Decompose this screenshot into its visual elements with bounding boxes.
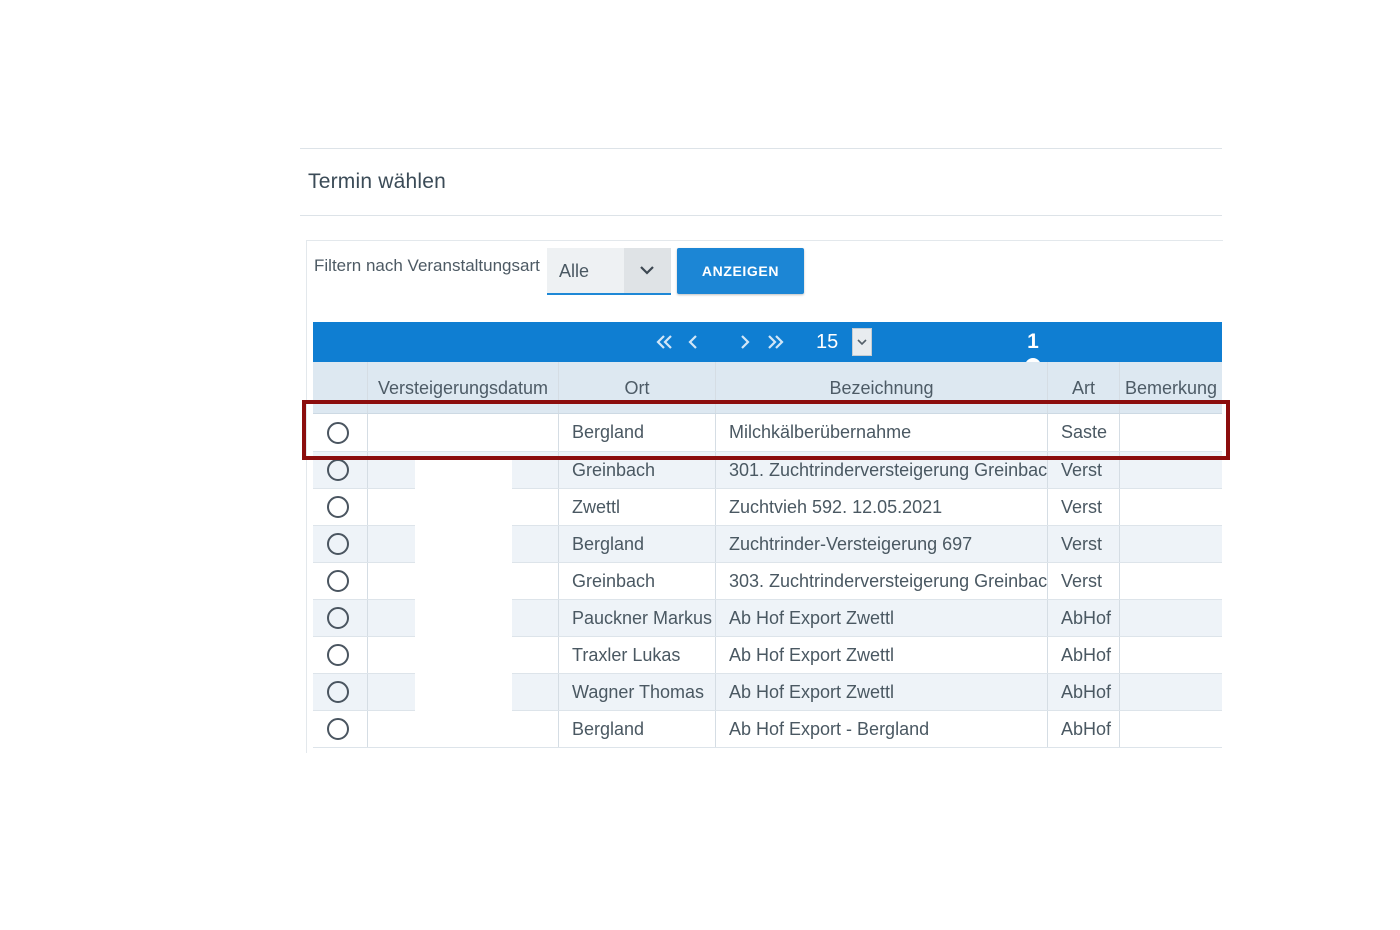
cell-ort: Zwettl — [558, 489, 715, 525]
cell-ort: Greinbach — [558, 563, 715, 599]
cell-art: Verst — [1047, 452, 1119, 488]
cell-bemerkung — [1119, 637, 1222, 673]
row-radio[interactable] — [327, 421, 349, 444]
cell-bezeichnung: Zuchtvieh 592. 12.05.2021 — [715, 489, 1047, 525]
cell-date — [367, 414, 558, 451]
header-select — [313, 362, 367, 413]
cell-ort: Greinbach — [558, 452, 715, 488]
cell-bemerkung — [1119, 489, 1222, 525]
cell-bemerkung — [1119, 414, 1222, 451]
next-page-icon — [741, 335, 750, 349]
next-page-button[interactable] — [737, 322, 753, 362]
last-page-icon — [768, 335, 784, 349]
page-title: Termin wählen — [308, 170, 446, 193]
cell-ort: Bergland — [558, 414, 715, 451]
row-radio[interactable] — [327, 718, 349, 740]
cell-bezeichnung: Ab Hof Export Zwettl — [715, 600, 1047, 636]
cell-ort: Traxler Lukas — [558, 637, 715, 673]
row-select-cell[interactable] — [313, 637, 367, 673]
row-select-cell[interactable] — [313, 489, 367, 525]
cell-bezeichnung: 301. Zuchtrinderversteigerung Greinbach — [715, 452, 1047, 488]
table-header-row: Versteigerungsdatum Ort Bezeichnung Art … — [313, 362, 1222, 414]
header-date[interactable]: Versteigerungsdatum — [367, 362, 558, 413]
row-radio[interactable] — [327, 644, 349, 666]
first-page-icon — [656, 335, 672, 349]
cell-bezeichnung: Milchkälberübernahme — [715, 414, 1047, 451]
row-select-cell[interactable] — [313, 600, 367, 636]
current-page-number[interactable]: 1 — [1023, 330, 1043, 354]
cell-bemerkung — [1119, 452, 1222, 488]
header-bemerkung[interactable]: Bemerkung — [1119, 362, 1222, 413]
top-divider — [300, 148, 1222, 149]
cell-art: Verst — [1047, 526, 1119, 562]
cell-bemerkung — [1119, 711, 1222, 747]
row-radio[interactable] — [327, 496, 349, 518]
cell-art: AbHof — [1047, 637, 1119, 673]
cell-bezeichnung: Ab Hof Export - Bergland — [715, 711, 1047, 747]
pagination-bar: 1 15 — [313, 322, 1222, 366]
chevron-down-icon — [857, 339, 867, 346]
row-select-cell[interactable] — [313, 711, 367, 747]
cell-art: Verst — [1047, 563, 1119, 599]
redacted-date-area — [415, 460, 512, 744]
prev-page-icon — [688, 335, 697, 349]
cell-bezeichnung: 303. Zuchtrinderversteigerung Greinbach — [715, 563, 1047, 599]
page-size-value: 15 — [816, 331, 839, 353]
cell-ort: Pauckner Markus — [558, 600, 715, 636]
header-bezeichnung[interactable]: Bezeichnung — [715, 362, 1047, 413]
event-type-select[interactable]: Alle — [547, 248, 671, 295]
show-button[interactable]: ANZEIGEN — [677, 248, 804, 294]
cell-bezeichnung: Zuchtrinder-Versteigerung 697 — [715, 526, 1047, 562]
cell-ort: Wagner Thomas — [558, 674, 715, 710]
cell-bezeichnung: Ab Hof Export Zwettl — [715, 637, 1047, 673]
cell-bemerkung — [1119, 563, 1222, 599]
cell-ort: Bergland — [558, 526, 715, 562]
row-select-cell[interactable] — [313, 526, 367, 562]
prev-page-button[interactable] — [685, 322, 701, 362]
table-row[interactable]: Bergland Milchkälberübernahme Saste — [313, 414, 1222, 452]
cell-art: AbHof — [1047, 711, 1119, 747]
page: Termin wählen Filtern nach Veranstaltung… — [0, 0, 1400, 930]
header-ort[interactable]: Ort — [558, 362, 715, 413]
row-select-cell[interactable] — [313, 414, 367, 451]
cell-art: Saste — [1047, 414, 1119, 451]
header-art[interactable]: Art — [1047, 362, 1119, 413]
cell-art: Verst — [1047, 489, 1119, 525]
chevron-down-icon — [640, 266, 654, 275]
filter-label: Filtern nach Veranstaltungsart — [314, 256, 540, 275]
cell-art: AbHof — [1047, 674, 1119, 710]
select-dropdown-toggle[interactable] — [624, 248, 671, 293]
cell-art: AbHof — [1047, 600, 1119, 636]
row-select-cell[interactable] — [313, 563, 367, 599]
title-divider — [300, 215, 1222, 216]
cell-bemerkung — [1119, 600, 1222, 636]
cell-bemerkung — [1119, 526, 1222, 562]
row-radio[interactable] — [327, 459, 349, 481]
row-radio[interactable] — [327, 570, 349, 592]
row-select-cell[interactable] — [313, 674, 367, 710]
last-page-button[interactable] — [763, 322, 787, 362]
cell-bezeichnung: Ab Hof Export Zwettl — [715, 674, 1047, 710]
row-radio[interactable] — [327, 607, 349, 629]
page-size-dropdown[interactable] — [852, 328, 872, 356]
cell-bemerkung — [1119, 674, 1222, 710]
event-type-select-value: Alle — [559, 261, 590, 281]
row-radio[interactable] — [327, 533, 349, 555]
cell-ort: Bergland — [558, 711, 715, 747]
row-select-cell[interactable] — [313, 452, 367, 488]
first-page-button[interactable] — [653, 322, 677, 362]
row-radio[interactable] — [327, 681, 349, 703]
